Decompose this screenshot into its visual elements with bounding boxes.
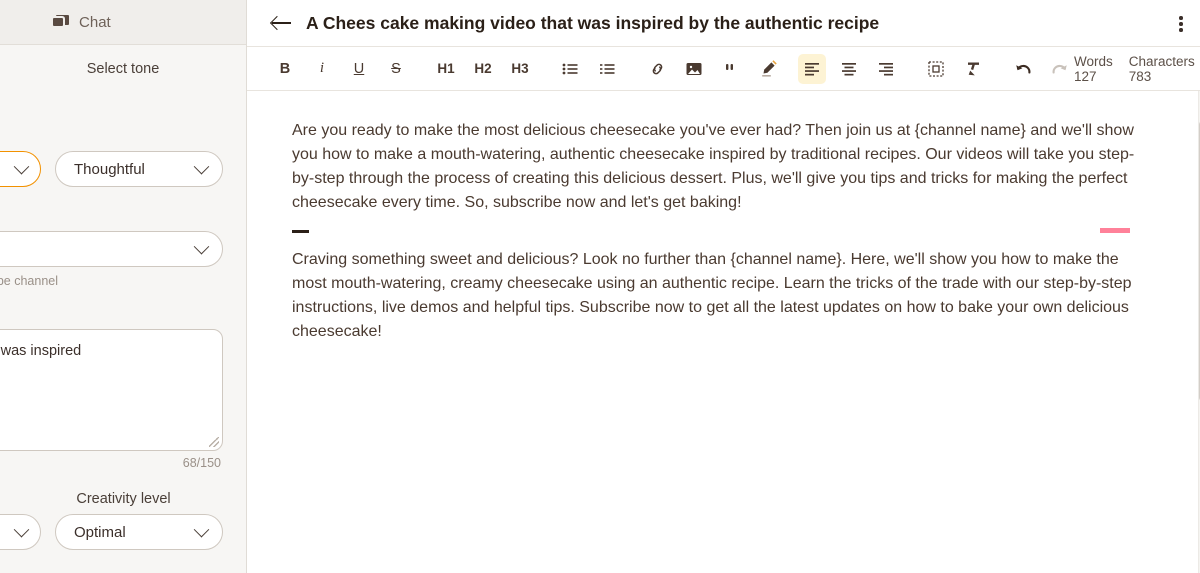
- word-count-value: 127: [1074, 68, 1097, 84]
- left-sidebar: age Chat Select tone Thoughtful: [0, 0, 247, 573]
- prompt-textarea[interactable]: [0, 329, 223, 451]
- editor-canvas[interactable]: Are you ready to make the most delicious…: [247, 91, 1200, 573]
- usecase-select[interactable]: nel Description: [0, 231, 223, 267]
- character-count: Characters 783: [1129, 54, 1195, 84]
- link-icon[interactable]: [643, 54, 671, 84]
- chevron-down-icon: [193, 238, 210, 254]
- chevron-down-icon: [193, 158, 210, 174]
- back-arrow-icon[interactable]: [271, 14, 293, 32]
- undo-icon[interactable]: [1009, 54, 1037, 84]
- italic-button[interactable]: i: [308, 54, 336, 84]
- tone-label: Select tone: [86, 61, 160, 77]
- editor-counts: Words 127 Characters 783: [1074, 54, 1197, 84]
- tone-select[interactable]: Thoughtful: [55, 151, 223, 187]
- redo-icon[interactable]: [1046, 54, 1074, 84]
- language-select-control[interactable]: [0, 151, 41, 187]
- tone-select-control[interactable]: Thoughtful: [55, 151, 223, 187]
- creativity-label: Creativity level: [76, 491, 171, 507]
- bold-button[interactable]: B: [271, 54, 299, 84]
- creativity-secondary-control[interactable]: [0, 514, 41, 550]
- paragraph-divider: [292, 215, 1145, 248]
- align-center-icon[interactable]: [835, 54, 863, 84]
- divider-dash: [292, 230, 309, 233]
- app-root: age Chat Select tone Thoughtful: [0, 0, 1200, 573]
- prompt-char-counter: 68/150: [182, 456, 221, 470]
- sidebar-tab-bar: age Chat: [0, 0, 246, 45]
- image-icon[interactable]: [680, 54, 708, 84]
- character-count-value: 783: [1128, 68, 1152, 84]
- prompt-meta: maximum input 68/150: [0, 456, 223, 470]
- chevron-down-icon: [193, 521, 210, 537]
- bullet-list-icon[interactable]: [556, 54, 584, 84]
- word-count: Words 127: [1074, 54, 1113, 84]
- tone-select-value: Thoughtful: [74, 160, 145, 178]
- tab-chat-label: Chat: [79, 13, 111, 31]
- sidebar-content: Select tone Thoughtful nel Description f…: [0, 61, 246, 550]
- highlighter-pen-icon[interactable]: [754, 54, 782, 84]
- numbered-list-icon[interactable]: [593, 54, 621, 84]
- prompt-textarea-wrapper: [0, 329, 223, 451]
- insert-box-icon[interactable]: [922, 54, 950, 84]
- chat-bubble-icon: [53, 15, 70, 29]
- character-count-label: Characters: [1128, 53, 1195, 69]
- paragraph-1[interactable]: Are you ready to make the most delicious…: [292, 119, 1145, 215]
- underline-button[interactable]: U: [345, 54, 373, 84]
- editor-toolbar: B i U S H1 H2 H3 Words 127 Characters 78…: [247, 47, 1200, 91]
- quote-icon[interactable]: [717, 54, 745, 84]
- align-left-icon[interactable]: [798, 53, 826, 84]
- heading-2-button[interactable]: H2: [469, 54, 497, 84]
- heading-3-button[interactable]: H3: [506, 54, 534, 84]
- creativity-select-control[interactable]: Optimal: [55, 514, 223, 550]
- creativity-select[interactable]: Optimal: [55, 514, 223, 550]
- word-count-label: Words: [1074, 53, 1113, 69]
- chevron-down-icon: [13, 158, 30, 174]
- chevron-down-icon: [13, 521, 30, 537]
- kebab-menu-icon[interactable]: [1169, 11, 1193, 35]
- usecase-help-text: for your YouTube channel: [0, 274, 59, 288]
- align-right-icon[interactable]: [872, 54, 900, 84]
- paragraph-2[interactable]: Craving something sweet and delicious? L…: [292, 248, 1145, 344]
- strikethrough-button[interactable]: S: [382, 54, 410, 84]
- divider-accent-bar: [1100, 228, 1130, 233]
- heading-1-button[interactable]: H1: [432, 54, 460, 84]
- tab-chat[interactable]: Chat: [53, 14, 111, 31]
- creativity-select-value: Optimal: [74, 523, 126, 541]
- creativity-secondary-select-clipped[interactable]: [0, 514, 41, 550]
- document-title: A Chees cake making video that was inspi…: [306, 12, 880, 33]
- editor-panel: A Chees cake making video that was inspi…: [247, 0, 1200, 573]
- language-select-clipped[interactable]: [0, 151, 41, 187]
- clear-formatting-icon[interactable]: [959, 54, 987, 84]
- usecase-select-control[interactable]: nel Description: [0, 231, 223, 267]
- document-header: A Chees cake making video that was inspi…: [247, 0, 1200, 47]
